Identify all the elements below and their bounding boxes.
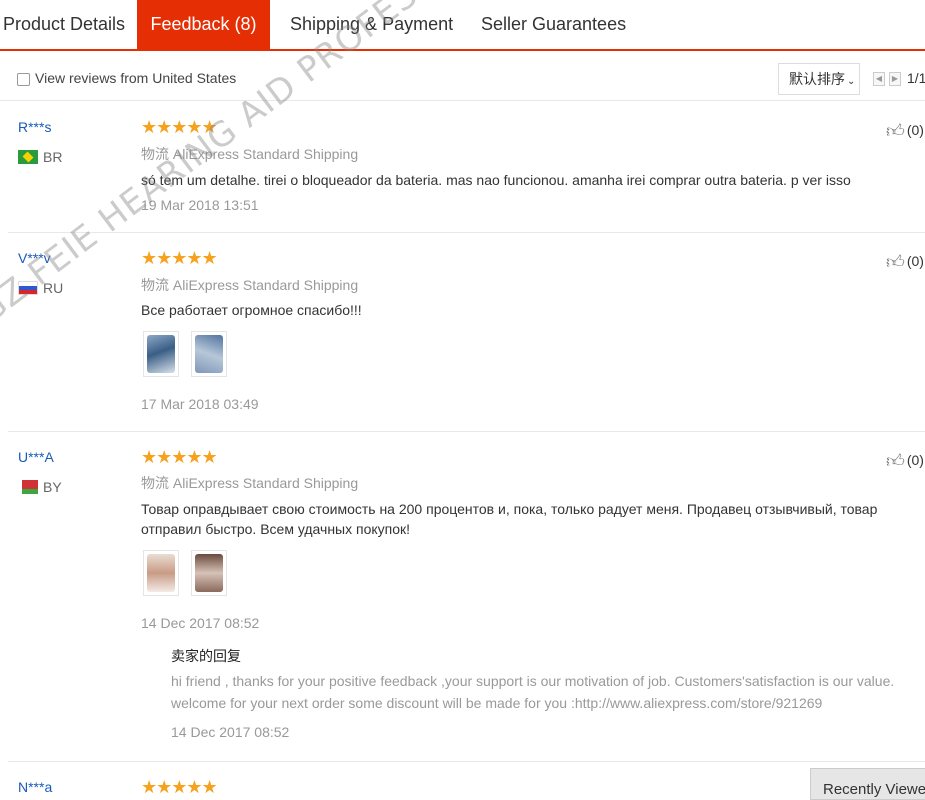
useful-button[interactable]: 👍︎ (0)	[886, 450, 924, 472]
review-item: N***a ★★★★★	[8, 762, 925, 800]
thumbs-up-icon: 👍︎	[886, 252, 905, 272]
shipping-method: 物流 AliExpress Standard Shipping	[141, 475, 359, 491]
prev-page-button[interactable]: ◀	[873, 72, 885, 86]
review-comment: só tem um detalhe. tirei o bloqueador da…	[141, 172, 851, 188]
review-comment: Товар оправдывает свою стоимость на 200 …	[141, 501, 878, 537]
review-photo-thumbnail[interactable]	[143, 331, 179, 377]
review-photo-thumbnail[interactable]	[191, 550, 227, 596]
sort-label: 默认排序	[789, 71, 845, 87]
belarus-flag-icon	[18, 480, 38, 494]
next-page-button[interactable]: ▶	[889, 72, 901, 86]
brazil-flag-icon	[18, 150, 38, 164]
seller-reply-title: 卖家的回复	[171, 648, 241, 664]
useful-button[interactable]: 👍︎ (0)	[886, 120, 924, 142]
tab-product-details[interactable]: Product Details	[3, 0, 125, 49]
review-item: R***s BR ★★★★★ 物流 AliExpress Standard Sh…	[8, 102, 925, 233]
chevron-down-icon: ⌄	[847, 76, 856, 87]
review-photo-thumbnail[interactable]	[191, 331, 227, 377]
rating-stars: ★★★★★	[141, 447, 218, 467]
shipping-method: 物流 AliExpress Standard Shipping	[141, 146, 359, 162]
rating-stars: ★★★★★	[141, 248, 218, 268]
useful-button[interactable]: 👍︎ (0)	[886, 251, 924, 273]
seller-reply-text: hi friend , thanks for your positive fee…	[171, 673, 895, 711]
tab-seller-guarantees[interactable]: Seller Guarantees	[481, 0, 626, 49]
page-indicator: 1/1	[907, 70, 925, 86]
reviewer-country: BY	[18, 479, 62, 495]
thumbs-up-icon: 👍︎	[886, 121, 905, 141]
recently-viewed-button[interactable]: Recently Viewed	[810, 768, 925, 800]
reviewer-country: BR	[18, 149, 62, 165]
thumbs-up-icon: 👍︎	[886, 451, 905, 471]
review-date: 14 Dec 2017 08:52	[141, 615, 260, 631]
review-item: V***v RU ★★★★★ 物流 AliExpress Standard Sh…	[8, 233, 925, 432]
reviewer-name[interactable]: V***v	[18, 250, 51, 266]
tab-feedback[interactable]: Feedback (8)	[137, 0, 270, 49]
review-item: U***A BY ★★★★★ 物流 AliExpress Standard Sh…	[8, 432, 925, 762]
reviewer-name[interactable]: R***s	[18, 119, 51, 135]
reviewer-country: RU	[18, 280, 63, 296]
seller-reply-date: 14 Dec 2017 08:52	[171, 724, 290, 740]
filter-row: View reviews from United States 默认排序 ⌄ ◀ …	[0, 60, 925, 101]
us-reviews-checkbox[interactable]	[17, 73, 30, 86]
review-date: 17 Mar 2018 03:49	[141, 396, 259, 412]
tab-bar: Product Details Feedback (8) Shipping & …	[0, 0, 925, 51]
review-photo-thumbnail[interactable]	[143, 550, 179, 596]
reviewer-name[interactable]: U***A	[18, 449, 54, 465]
russia-flag-icon	[18, 281, 38, 295]
reviewer-name[interactable]: N***a	[18, 779, 52, 795]
rating-stars: ★★★★★	[141, 777, 218, 797]
sort-dropdown[interactable]: 默认排序 ⌄	[778, 63, 860, 95]
rating-stars: ★★★★★	[141, 117, 218, 137]
shipping-method: 物流 AliExpress Standard Shipping	[141, 277, 359, 293]
tab-shipping-payment[interactable]: Shipping & Payment	[290, 0, 453, 49]
review-comment: Все работает огромное спасибо!!!	[141, 302, 362, 318]
us-reviews-label[interactable]: View reviews from United States	[35, 70, 236, 86]
review-date: 19 Mar 2018 13:51	[141, 197, 259, 213]
